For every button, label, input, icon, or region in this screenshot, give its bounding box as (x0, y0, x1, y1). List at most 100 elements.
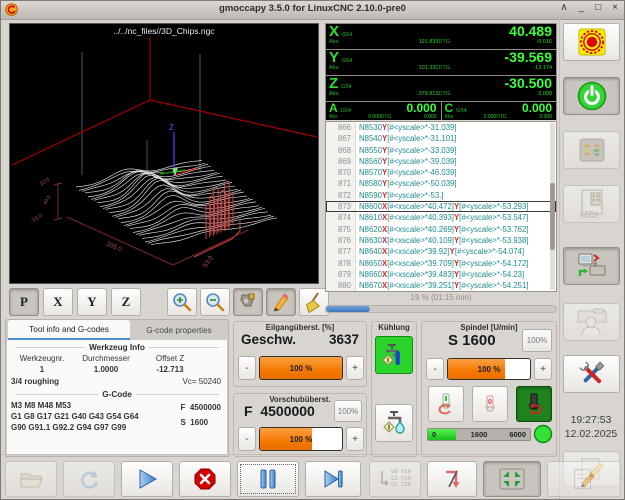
gcode-scrollbar[interactable] (550, 123, 555, 290)
spindle-s-value: S 1600 (448, 332, 496, 349)
fullscreen-preview-button[interactable] (483, 461, 541, 497)
gcode-line[interactable]: 877 N8640X[#<xscale>*39.92]Y[#<yscale>*-5… (326, 246, 556, 258)
tab-tool-info[interactable]: Tool info and G-codes (8, 320, 130, 340)
skip-optional-blocks-button[interactable] (427, 461, 477, 497)
tab-gcode-properties[interactable]: G-code properties (130, 320, 228, 340)
spindle-plus-button[interactable]: + (534, 358, 552, 380)
spindle-minus-button[interactable]: - (426, 358, 444, 380)
gcode-line[interactable]: 874 N8610X[#<xscale>*40.393]Y[#<yscale>*-… (326, 212, 556, 224)
tool-path-button[interactable] (233, 288, 263, 316)
tools-icon (579, 361, 604, 384)
settings-button[interactable] (563, 355, 620, 393)
feed-override-slider[interactable]: 100 % (259, 427, 343, 451)
dro-axis-c[interactable]: C G54 0.000 Abs 0.000 DTG 0.000 (441, 102, 556, 120)
folder-open-icon (20, 473, 43, 488)
svg-text:0: 0 (488, 397, 492, 406)
spindle-right-button[interactable] (516, 386, 552, 422)
run-program-button[interactable] (121, 461, 173, 497)
feed-plus-button[interactable]: + (346, 427, 364, 451)
estop-button[interactable] (563, 23, 620, 61)
feed-reset-button[interactable]: 100% (334, 400, 362, 422)
gcode-view[interactable]: 866 N8530Y[#<yscale>*-31.039] 867 N8540Y[#<… (325, 121, 557, 292)
rapid-minus-button[interactable]: - (238, 356, 256, 380)
shade-button[interactable]: ∧ (560, 2, 567, 13)
progress-text: 19 % (01:15 min) (410, 293, 472, 302)
view-y-button[interactable]: Y (77, 288, 107, 316)
gcode-line[interactable]: 876 N8630X[#<xscale>*40.109]Y[#<yscale>*-… (326, 234, 556, 247)
gcode-line-number: 876 (326, 234, 356, 247)
tool-vc: Vc= 50240 (182, 377, 221, 386)
open-file-button[interactable] (5, 461, 57, 497)
dro-axis-z[interactable]: Z G54 -30.500 Abs -378.813 DTG 0.000 (326, 76, 556, 101)
dro-value: -39.569 (504, 50, 552, 65)
spindle-stop-button[interactable]: 0 (472, 386, 508, 422)
dro-axis-y[interactable]: Y G54 -39.569 Abs 101.331 DTG -13.174 (326, 50, 556, 75)
dro-panel[interactable]: X G54 40.489 Abs 191.839 DTG -0.016 Y G54 -39.569… (325, 23, 557, 120)
close-button[interactable]: × (612, 2, 618, 13)
gcode-line[interactable]: 867 N8540Y[#<yscale>*-31.101] (326, 133, 556, 145)
dtg-label: DTG (438, 91, 451, 97)
user-tabs-button[interactable] (563, 303, 620, 341)
flood-coolant-button[interactable] (375, 336, 413, 374)
gcode-line[interactable]: 879 N8660X[#<xscale>*39.483]Y[#<yscale>*-… (326, 268, 556, 281)
gcode-line[interactable]: 871 N8580Y[#<yscale>*-50.039] (326, 178, 556, 190)
auto-mode-button[interactable] (563, 247, 620, 285)
gremlin-preview[interactable]: 105.0 53.0 10.0 40.5 -10.0 Z ../../nc_files//… (9, 23, 319, 284)
toolpath-3d-canvas[interactable]: 105.0 53.0 10.0 40.5 -10.0 Z (10, 24, 318, 283)
tool-number-value: 1 (39, 365, 45, 374)
dro-value: 0.000 (521, 102, 552, 115)
dro-axis-x[interactable]: X G54 40.489 Abs 191.839 DTG -0.016 (326, 24, 556, 49)
maximize-button[interactable]: □ (595, 2, 601, 13)
gcode-line[interactable]: 873 N8600X[#<xscale>*40.472]Y[#<yscale>*-… (326, 201, 556, 213)
mist-coolant-button[interactable] (375, 404, 413, 442)
rapid-plus-button[interactable]: + (346, 356, 364, 380)
zoom-out-button[interactable] (200, 288, 230, 316)
draw-dimensions-button[interactable] (266, 288, 296, 316)
pause-program-button[interactable] (237, 461, 299, 497)
run-from-line-text-3: G1 Z30 (391, 482, 411, 489)
tool-number-header: Werkzeugnr. (19, 354, 65, 363)
abs-value: -378.813 (416, 91, 439, 97)
gcode-line[interactable]: 878 N8650X[#<xscale>*39.709]Y[#<yscale>*-… (326, 257, 556, 269)
rapid-override-slider[interactable]: 100 % (259, 356, 343, 380)
zoom-in-button[interactable] (167, 288, 197, 316)
dro-axis-a[interactable]: A G54 0.000 Abs 0.000 DTG 0.000 (326, 102, 441, 120)
spindle-left-button[interactable] (428, 386, 464, 422)
dro-letter: Y (329, 50, 340, 66)
gcode-line[interactable]: 866 N8530Y[#<yscale>*-31.039] (326, 122, 556, 134)
estop-icon (578, 28, 605, 56)
stop-program-button[interactable] (179, 461, 231, 497)
tool-icon (240, 293, 255, 307)
gcode-line[interactable]: 870 N8570Y[#<yscale>*-46.039] (326, 167, 556, 179)
mdi-mode-button[interactable]: MDI (563, 185, 620, 223)
minimize-button[interactable]: _ (579, 2, 585, 13)
machine-on-button[interactable] (563, 77, 620, 115)
abs-label: Abs (329, 114, 338, 120)
spindle-override-slider[interactable]: 100 % (447, 358, 531, 380)
gcode-line[interactable]: 872 N8590Y[#<yscale>*-53.] (326, 189, 556, 202)
gcode-line[interactable]: 868 N8550Y[#<yscale>*-33.039] (326, 144, 556, 156)
gcode-line[interactable]: 880 N8670X[#<xscale>*39.251]Y[#<yscale>*-… (326, 280, 556, 291)
edit-gcode-button[interactable] (547, 461, 621, 497)
dro-value: 0.000 (406, 102, 437, 115)
active-gcodes-line2: G90 G91.1 G92.2 G94 G97 G99 (11, 423, 127, 432)
view-z-button[interactable]: Z (111, 288, 141, 316)
title-bar[interactable]: gmoccapy 3.5.0 for LinuxCNC 2.10.0-pre0 … (1, 1, 624, 20)
gcode-line-number: 873 (326, 201, 356, 213)
spindle-reset-button[interactable]: 100% (522, 329, 552, 352)
gcode-line[interactable]: 875 N8620X[#<xscale>*40.269]Y[#<yscale>*-… (326, 223, 556, 235)
manual-mode-button[interactable] (563, 131, 620, 169)
step-program-button[interactable] (305, 461, 361, 497)
tool-info-headers: Werkzeugnr. Durchmesser Offset Z 1 1.000… (7, 353, 227, 375)
gcode-line-number: 878 (326, 257, 356, 269)
view-perspective-button[interactable]: P (9, 288, 39, 316)
dtg-value: -0.016 (536, 39, 552, 45)
tool-info-content: Werkzeug Info Werkzeugnr. Durchmesser Of… (7, 340, 227, 455)
gcode-line-number: 868 (326, 144, 356, 156)
scrollbar-thumb[interactable] (550, 183, 555, 250)
feed-minus-button[interactable]: - (238, 427, 256, 451)
view-x-button[interactable]: X (43, 288, 73, 316)
gcode-line[interactable]: 869 N8560Y[#<yscale>*-39.039] (326, 155, 556, 168)
reload-file-button[interactable] (63, 461, 115, 497)
run-from-line-button[interactable]: G0 X10 G1 Y20 G1 Z30 (369, 461, 421, 497)
